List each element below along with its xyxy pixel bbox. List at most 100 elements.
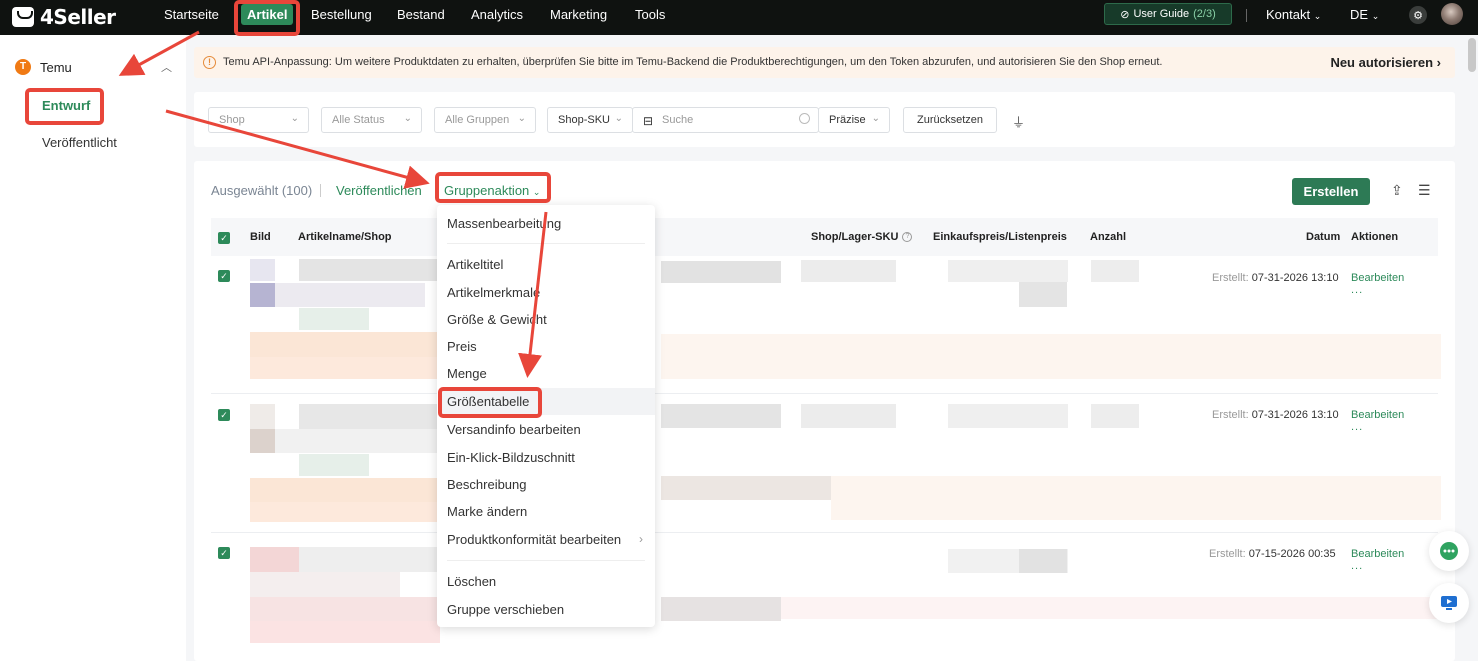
user-guide-button[interactable]: ⊘ User Guide (2/3) <box>1104 3 1232 25</box>
reauthorize-link[interactable]: Neu autorisieren › <box>1330 55 1441 70</box>
user-guide-count: (2/3) <box>1193 8 1216 20</box>
nav-marketing[interactable]: Marketing <box>550 7 607 22</box>
search-list-icon: ⊟ <box>643 114 654 128</box>
select-all-checkbox[interactable]: ✓ <box>218 232 230 244</box>
th-date: Datum <box>1306 231 1341 243</box>
publish-button[interactable]: Veröffentlichen <box>336 183 422 198</box>
divider <box>320 184 321 197</box>
logo-bag-icon <box>12 7 34 27</box>
edit-link[interactable]: Bearbeiten <box>1351 409 1404 421</box>
menu-item-artikelmerkmale[interactable]: Artikelmerkmale <box>447 285 540 300</box>
menu-item-produktkonformitaet[interactable]: Produktkonformität bearbeiten <box>447 532 621 547</box>
chevron-up-icon[interactable]: ︿ <box>161 59 172 75</box>
page-scrollbar[interactable] <box>1468 38 1476 72</box>
chevron-down-icon: ⌄ <box>517 113 526 124</box>
language-menu[interactable]: DE ⌄ <box>1350 7 1379 22</box>
avatar[interactable] <box>1441 3 1463 25</box>
help-icon[interactable]: ? <box>902 232 913 243</box>
menu-item-bildzuschnitt[interactable]: Ein-Klick-Bildzuschnitt <box>447 450 575 465</box>
chevron-down-icon: ⌄ <box>871 113 880 124</box>
annotation-box-gruppenaktion <box>435 172 551 203</box>
table-row: ✓ Erstellt: 07-31-2026 13:10 Bearbeiten … <box>211 394 1441 532</box>
notice-message: Temu API-Anpassung: Um weitere Produktda… <box>223 56 1163 68</box>
api-notice-banner: ! Temu API-Anpassung: Um weitere Produkt… <box>194 47 1455 78</box>
menu-item-loeschen[interactable]: Löschen <box>447 574 496 589</box>
chevron-down-icon: ⌄ <box>1371 11 1380 21</box>
nav-bestand[interactable]: Bestand <box>397 7 445 22</box>
logo-text: 4Seller <box>40 5 116 29</box>
created-date: Erstellt: 07-31-2026 13:10 <box>1212 409 1339 421</box>
chat-support-button[interactable] <box>1429 531 1469 571</box>
sidebar-platform-temu[interactable]: Temu <box>40 60 72 75</box>
menu-item-gruppe-verschieben[interactable]: Gruppe verschieben <box>447 602 564 617</box>
table-header: ✓ Bild Artikelname/Shop Shop/Lager-SKU? … <box>211 218 1438 256</box>
divider <box>447 243 645 244</box>
more-actions-icon[interactable]: ... <box>1351 560 1363 572</box>
nav-tools[interactable]: Tools <box>635 7 665 22</box>
status-select[interactable]: Alle Status ⌄ <box>321 107 422 133</box>
th-name: Artikelname/Shop <box>298 231 392 243</box>
chevron-right-icon: › <box>1436 55 1441 70</box>
filter-icon[interactable]: ⏚ <box>1012 112 1025 131</box>
chevron-down-icon: ⌄ <box>290 113 299 124</box>
logo[interactable]: 4Seller <box>12 5 116 29</box>
edit-link[interactable]: Bearbeiten <box>1351 548 1404 560</box>
selected-count: Ausgewählt (100) <box>211 183 313 198</box>
warning-icon: ! <box>203 56 216 69</box>
temu-icon: T <box>15 59 31 75</box>
search-type-select[interactable]: Shop-SKU ⌄ <box>547 107 633 133</box>
check-circle-icon: ⊘ <box>1120 8 1130 21</box>
annotation-box-artikel <box>234 0 300 36</box>
user-guide-label: User Guide <box>1133 8 1190 20</box>
menu-item-preis[interactable]: Preis <box>447 339 477 354</box>
chevron-down-icon: ⌄ <box>403 113 412 124</box>
create-button[interactable]: Erstellen <box>1292 178 1370 205</box>
product-list-panel: Ausgewählt (100) Veröffentlichen Gruppen… <box>194 161 1455 661</box>
search-icon[interactable] <box>799 113 810 124</box>
export-icon[interactable]: ⇪ <box>1391 182 1403 199</box>
sidebar: T Temu ︿ Entwurf Veröffentlicht <box>0 35 186 661</box>
divider <box>1246 9 1247 22</box>
row-checkbox[interactable]: ✓ <box>218 547 230 559</box>
created-date: Erstellt: 07-31-2026 13:10 <box>1212 272 1339 284</box>
menu-item-groesse-gewicht[interactable]: Größe & Gewicht <box>447 312 547 327</box>
chevron-down-icon: ⌄ <box>614 113 623 124</box>
monitor-icon <box>1441 596 1457 610</box>
th-quantity: Anzahl <box>1090 231 1127 243</box>
sidebar-item-veroeffentlicht[interactable]: Veröffentlicht <box>42 135 117 150</box>
table-row: ✓ Erstellt: 07-31-2026 13:10 Bearbeiten … <box>211 256 1441 393</box>
th-price: Einkaufspreis/Listenpreis <box>933 231 1067 243</box>
edit-link[interactable]: Bearbeiten <box>1351 272 1404 284</box>
row-checkbox[interactable]: ✓ <box>218 409 230 421</box>
video-tutorial-button[interactable] <box>1429 583 1469 623</box>
more-actions-icon[interactable]: ... <box>1351 421 1363 433</box>
row-checkbox[interactable]: ✓ <box>218 270 230 282</box>
divider <box>447 560 645 561</box>
top-navigation-bar: 4Seller Startseite Artikel Bestellung Be… <box>0 0 1478 35</box>
chevron-right-icon: › <box>639 532 643 546</box>
more-actions-icon[interactable]: ... <box>1351 284 1363 296</box>
match-mode-select[interactable]: Präzise ⌄ <box>818 107 890 133</box>
menu-item-marke[interactable]: Marke ändern <box>447 504 527 519</box>
gear-icon[interactable]: ⚙ <box>1409 6 1427 24</box>
menu-item-beschreibung[interactable]: Beschreibung <box>447 477 527 492</box>
shop-select[interactable]: Shop ⌄ <box>208 107 309 133</box>
nav-analytics[interactable]: Analytics <box>471 7 523 22</box>
filter-bar: Shop ⌄ Alle Status ⌄ Alle Gruppen ⌄ Shop-SK… <box>194 92 1455 147</box>
reset-button[interactable]: Zurücksetzen <box>903 107 997 133</box>
nav-startseite[interactable]: Startseite <box>164 7 219 22</box>
search-input[interactable]: ⊟ Suche <box>632 107 819 133</box>
group-select[interactable]: Alle Gruppen ⌄ <box>434 107 536 133</box>
created-date: Erstellt: 07-15-2026 00:35 <box>1209 548 1336 560</box>
menu-item-artikeltitel[interactable]: Artikeltitel <box>447 257 503 272</box>
nav-bestellung[interactable]: Bestellung <box>311 7 372 22</box>
column-settings-icon[interactable]: ☰ <box>1418 182 1431 199</box>
th-image: Bild <box>250 231 271 243</box>
th-actions: Aktionen <box>1351 231 1399 243</box>
menu-item-menge[interactable]: Menge <box>447 366 487 381</box>
contact-menu[interactable]: Kontakt ⌄ <box>1266 7 1321 22</box>
annotation-box-groessentabelle <box>438 387 542 418</box>
menu-item-massenbearbeitung[interactable]: Massenbearbeitung <box>447 216 561 231</box>
menu-item-versandinfo[interactable]: Versandinfo bearbeiten <box>447 422 581 437</box>
chevron-down-icon: ⌄ <box>1313 11 1322 21</box>
